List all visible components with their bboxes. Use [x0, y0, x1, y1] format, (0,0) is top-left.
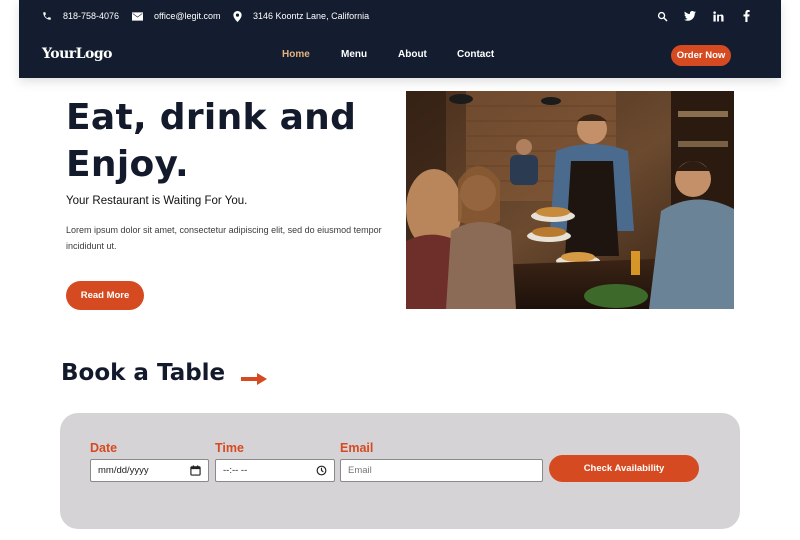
- booking-form: Date mm/dd/yyyy Time --:-- -- Email Emai…: [60, 413, 740, 529]
- hero-title: Eat, drink and Enjoy.: [66, 94, 386, 188]
- email-text: office@legit.com: [154, 11, 221, 21]
- nav-item-about[interactable]: About: [398, 49, 427, 60]
- linkedin-icon[interactable]: [711, 9, 725, 23]
- nav-item-menu[interactable]: Menu: [341, 49, 367, 60]
- envelope-icon: [132, 11, 143, 21]
- hero-title-line-1: Eat, drink and: [66, 97, 357, 138]
- read-more-button[interactable]: Read More: [66, 281, 144, 310]
- date-label: Date: [90, 441, 118, 455]
- email-label: Email: [340, 441, 374, 455]
- facebook-icon[interactable]: [739, 9, 753, 23]
- email-placeholder: Email: [348, 465, 372, 476]
- address-contact[interactable]: 3146 Koontz Lane, California: [233, 8, 369, 24]
- nav-menu: Home Menu About Contact: [19, 49, 781, 63]
- search-icon[interactable]: [655, 9, 669, 23]
- twitter-icon[interactable]: [683, 9, 697, 23]
- hero-subtitle: Your Restaurant is Waiting For You.: [66, 195, 248, 207]
- date-input[interactable]: mm/dd/yyyy: [90, 459, 209, 482]
- calendar-icon[interactable]: [190, 465, 201, 476]
- time-value: --:-- --: [223, 465, 248, 476]
- phone-text: 818-758-4076: [63, 11, 120, 21]
- clock-icon[interactable]: [316, 465, 327, 476]
- main-navigation: YourLogo Home Menu About Contact Order N…: [19, 32, 781, 78]
- time-input[interactable]: --:-- --: [215, 459, 335, 482]
- social-links: [641, 9, 753, 23]
- date-value: mm/dd/yyyy: [98, 465, 149, 476]
- hero-title-line-2: Enjoy.: [66, 144, 189, 185]
- hero-description: Lorem ipsum dolor sit amet, consectetur …: [66, 225, 382, 251]
- site-header: 818-758-4076 office@legit.com 3146 Koont…: [19, 0, 781, 78]
- location-pin-icon: [233, 10, 242, 22]
- email-contact[interactable]: office@legit.com: [132, 8, 221, 24]
- nav-item-home[interactable]: Home: [282, 49, 310, 60]
- order-now-button[interactable]: Order Now: [671, 45, 731, 66]
- phone-icon: [43, 12, 51, 20]
- email-input[interactable]: Email: [340, 459, 543, 482]
- address-text: 3146 Koontz Lane, California: [253, 11, 370, 21]
- arrow-right-icon: [241, 373, 267, 385]
- book-table-title: Book a Table: [61, 360, 226, 386]
- check-availability-button[interactable]: Check Availability: [549, 455, 699, 482]
- top-contact-bar: 818-758-4076 office@legit.com 3146 Koont…: [19, 0, 781, 32]
- hero-restaurant-image: [406, 91, 734, 309]
- phone-contact[interactable]: 818-758-4076: [42, 8, 119, 24]
- time-label: Time: [215, 441, 244, 455]
- nav-item-contact[interactable]: Contact: [457, 49, 494, 60]
